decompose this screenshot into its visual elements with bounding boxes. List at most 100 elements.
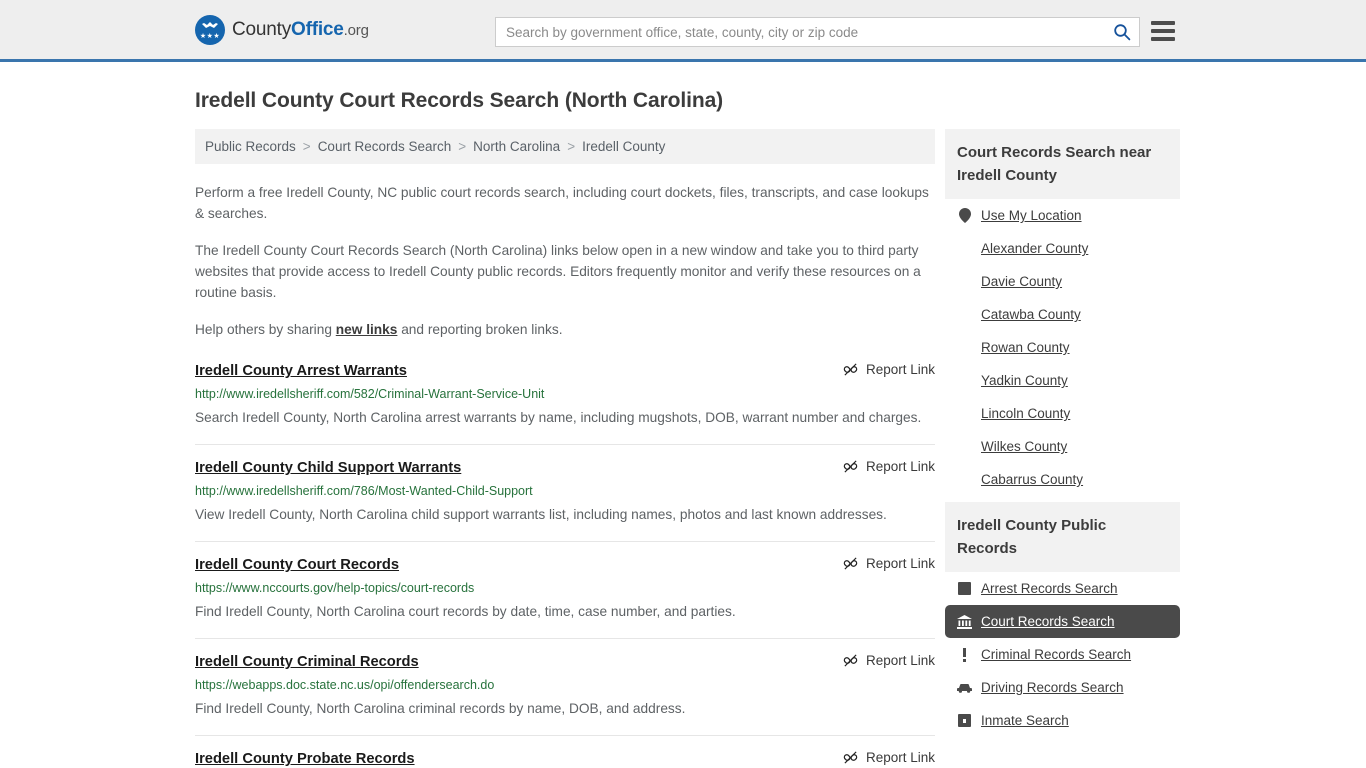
sidebar-item-lincoln-county[interactable]: Lincoln County [945, 397, 1180, 430]
search-bar[interactable] [495, 17, 1140, 47]
sidebar-item-label[interactable]: Court Records Search [981, 614, 1115, 629]
hamburger-menu-icon[interactable] [1151, 21, 1175, 41]
result-description: View Iredell County, North Carolina chil… [195, 503, 935, 527]
breadcrumb: Public Records>Court Records Search>Nort… [195, 129, 935, 164]
result-title-link[interactable]: Iredell County Court Records [195, 556, 399, 574]
breadcrumb-item[interactable]: North Carolina [473, 139, 560, 154]
sidebar-item-label[interactable]: Alexander County [981, 241, 1088, 256]
sidebar-item-label[interactable]: Use My Location [981, 208, 1082, 223]
no-icon [957, 241, 972, 256]
report-link-label: Report Link [866, 362, 935, 377]
result-item: Iredell County Probate Records Report Lin… [195, 735, 935, 768]
sidebar-item-catawba-county[interactable]: Catawba County [945, 298, 1180, 331]
content-columns: Public Records>Court Records Search>Nort… [195, 129, 1171, 768]
report-link-label: Report Link [866, 750, 935, 765]
result-title-link[interactable]: Iredell County Probate Records [195, 750, 415, 768]
broken-link-glyph-icon [843, 362, 858, 377]
sidebar-item-label[interactable]: Driving Records Search [981, 680, 1124, 695]
sidebar-item-inmate-search[interactable]: Inmate Search [945, 704, 1180, 737]
breadcrumb-separator: > [458, 139, 466, 154]
logo-stars: ★★★ [195, 33, 225, 40]
site-logo[interactable]: ★★★ CountyOffice.org [195, 15, 369, 45]
sidebar-item-label[interactable]: Catawba County [981, 307, 1081, 322]
broken-link-glyph-icon [843, 556, 858, 571]
sidebar-item-label[interactable]: Wilkes County [981, 439, 1067, 454]
brand-part-county: County [232, 19, 291, 40]
result-header: Iredell County Probate Records Report Lin… [195, 750, 935, 768]
report-link-button[interactable]: Report Link [843, 653, 935, 668]
courthouse-icon [957, 614, 972, 629]
car-icon [957, 680, 972, 695]
nearby-heading: Court Records Search near Iredell County [945, 129, 1180, 199]
sidebar-item-label[interactable]: Davie County [981, 274, 1062, 289]
result-url[interactable]: http://www.iredellsheriff.com/786/Most-W… [195, 483, 935, 499]
nearby-list: Use My Location Alexander County Davie Cou… [945, 199, 1180, 496]
no-icon [957, 373, 972, 388]
jail-icon [957, 713, 972, 728]
sidebar-item-yadkin-county[interactable]: Yadkin County [945, 364, 1180, 397]
exclamation-icon [957, 647, 972, 662]
sidebar-item-use-my-location[interactable]: Use My Location [945, 199, 1180, 232]
result-title-link[interactable]: Iredell County Criminal Records [195, 653, 419, 671]
result-url[interactable]: http://www.iredellsheriff.com/582/Crimin… [195, 386, 935, 402]
public-records-card: Iredell County Public Records Arrest Rec… [945, 502, 1180, 737]
new-links-link[interactable]: new links [336, 322, 398, 337]
eagle-logo-icon: ★★★ [195, 15, 225, 45]
intro-text: Perform a free Iredell County, NC public… [195, 182, 935, 340]
sidebar-item-davie-county[interactable]: Davie County [945, 265, 1180, 298]
sidebar-item-label[interactable]: Inmate Search [981, 713, 1069, 728]
report-link-label: Report Link [866, 653, 935, 668]
sidebar-item-label[interactable]: Yadkin County [981, 373, 1068, 388]
sidebar-item-driving-records-search[interactable]: Driving Records Search [945, 671, 1180, 704]
sidebar-item-rowan-county[interactable]: Rowan County [945, 331, 1180, 364]
result-header: Iredell County Child Support Warrants Rep… [195, 459, 935, 477]
intro-paragraph-1: Perform a free Iredell County, NC public… [195, 182, 935, 224]
result-description: Find Iredell County, North Carolina crim… [195, 697, 935, 721]
report-link-button[interactable]: Report Link [843, 362, 935, 377]
nearby-card: Court Records Search near Iredell County… [945, 129, 1180, 496]
public-records-heading: Iredell County Public Records [945, 502, 1180, 572]
sidebar-item-label[interactable]: Lincoln County [981, 406, 1070, 421]
sidebar-item-cabarrus-county[interactable]: Cabarrus County [945, 463, 1180, 496]
brand-wordmark: CountyOffice.org [232, 19, 369, 41]
result-header: Iredell County Arrest Warrants Report Lin… [195, 362, 935, 380]
hamburger-bar [1151, 29, 1175, 33]
sidebar-item-label[interactable]: Criminal Records Search [981, 647, 1131, 662]
no-icon [957, 406, 972, 421]
report-link-label: Report Link [866, 459, 935, 474]
no-icon [957, 439, 972, 454]
search-icon[interactable] [1105, 18, 1139, 46]
report-link-label: Report Link [866, 556, 935, 571]
public-records-list: Arrest Records Search Court Records Searc… [945, 572, 1180, 737]
site-header: ★★★ CountyOffice.org [0, 0, 1366, 62]
breadcrumb-item[interactable]: Public Records [205, 139, 296, 154]
page-container: Iredell County Court Records Search (Nor… [0, 89, 1366, 768]
report-link-button[interactable]: Report Link [843, 556, 935, 571]
no-icon [957, 340, 972, 355]
map-pin-icon [957, 208, 972, 223]
intro-paragraph-3: Help others by sharing new links and rep… [195, 319, 935, 340]
breadcrumb-item[interactable]: Iredell County [582, 139, 665, 154]
result-title-link[interactable]: Iredell County Child Support Warrants [195, 459, 461, 477]
result-url[interactable]: https://webapps.doc.state.nc.us/opi/offe… [195, 677, 935, 693]
report-link-button[interactable]: Report Link [843, 459, 935, 474]
sidebar-item-wilkes-county[interactable]: Wilkes County [945, 430, 1180, 463]
sidebar-item-court-records-search[interactable]: Court Records Search [945, 605, 1180, 638]
result-url[interactable]: https://www.nccourts.gov/help-topics/cou… [195, 580, 935, 596]
sidebar-item-criminal-records-search[interactable]: Criminal Records Search [945, 638, 1180, 671]
sidebar-item-label[interactable]: Rowan County [981, 340, 1070, 355]
sidebar-item-arrest-records-search[interactable]: Arrest Records Search [945, 572, 1180, 605]
intro-p3-after: and reporting broken links. [397, 322, 562, 337]
sidebar-item-alexander-county[interactable]: Alexander County [945, 232, 1180, 265]
result-title-link[interactable]: Iredell County Arrest Warrants [195, 362, 407, 380]
sidebar-item-label[interactable]: Cabarrus County [981, 472, 1083, 487]
sidebar-item-label[interactable]: Arrest Records Search [981, 581, 1118, 596]
breadcrumb-item[interactable]: Court Records Search [318, 139, 452, 154]
search-input[interactable] [496, 18, 1105, 46]
brand-part-org: .org [344, 22, 369, 39]
no-icon [957, 307, 972, 322]
result-item: Iredell County Child Support Warrants Rep… [195, 444, 935, 541]
results-list: Iredell County Arrest Warrants Report Lin… [195, 362, 935, 768]
broken-link-glyph-icon [843, 459, 858, 474]
report-link-button[interactable]: Report Link [843, 750, 935, 765]
